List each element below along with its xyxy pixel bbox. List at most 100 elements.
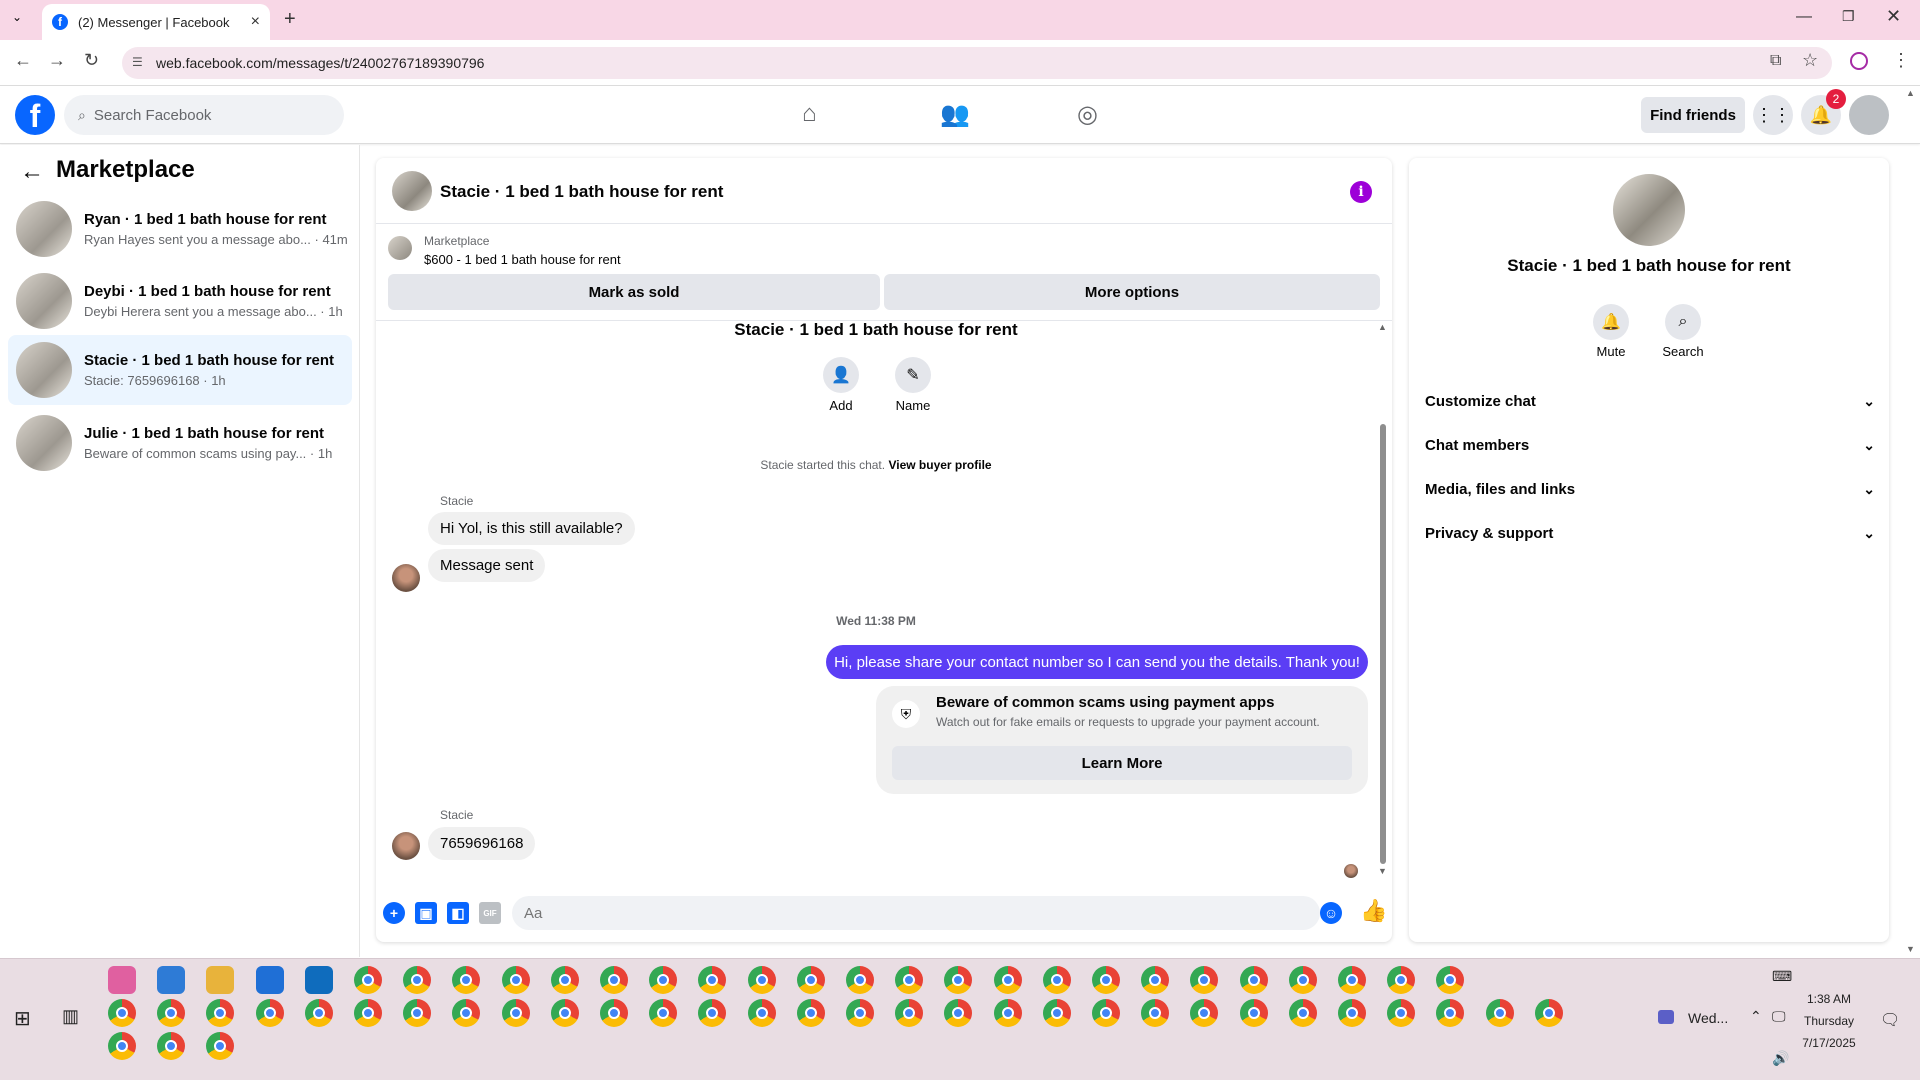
chevron-up-icon[interactable]: ⌃ <box>1750 1008 1762 1025</box>
task-view-icon[interactable]: ▥ <box>62 1006 79 1027</box>
restore-window-icon[interactable]: ❐ <box>1842 8 1855 25</box>
chrome-window-icon[interactable] <box>1485 999 1514 1027</box>
chrome-window-icon[interactable] <box>354 999 382 1027</box>
chrome-window-icon[interactable] <box>1239 999 1268 1027</box>
notification-center-icon[interactable]: 🗨 <box>1880 1010 1900 1030</box>
outgoing-message-bubble[interactable]: Hi, please share your contact number so … <box>826 645 1368 679</box>
chrome-window-icon[interactable] <box>993 966 1022 994</box>
chat-listing-thumbnail[interactable] <box>392 171 432 211</box>
chrome-window-icon[interactable] <box>649 966 678 994</box>
chrome-window-icon[interactable] <box>895 966 924 994</box>
sticker-icon[interactable]: ◧ <box>447 902 469 924</box>
chrome-window-icon[interactable] <box>501 999 530 1027</box>
reload-icon[interactable]: ↻ <box>84 50 99 71</box>
info-icon[interactable]: i <box>1350 181 1372 203</box>
conversation-item[interactable]: Deybi · 1 bed 1 bath house for rent Deybi… <box>8 266 352 336</box>
chrome-window-icon[interactable] <box>600 966 628 994</box>
learn-more-button[interactable]: Learn More <box>892 746 1352 780</box>
chrome-window-icon[interactable] <box>1042 966 1071 994</box>
close-window-icon[interactable]: ✕ <box>1886 6 1901 27</box>
chrome-window-icon[interactable] <box>1338 999 1366 1027</box>
facebook-logo-icon[interactable]: f <box>15 95 55 135</box>
chrome-window-icon[interactable] <box>944 999 973 1027</box>
menu-grid-icon[interactable]: ⋮⋮ <box>1753 95 1793 135</box>
chrome-window-icon[interactable] <box>1387 999 1416 1027</box>
back-arrow-icon[interactable]: ← <box>20 158 44 186</box>
chrome-window-icon[interactable] <box>1141 966 1170 994</box>
find-friends-button[interactable]: Find friends <box>1641 97 1745 133</box>
chrome-window-icon[interactable] <box>1042 999 1071 1027</box>
close-tab-icon[interactable]: × <box>251 13 260 31</box>
listing-price-title[interactable]: $600 - 1 bed 1 bath house for rent <box>424 252 621 267</box>
chrome-window-icon[interactable] <box>895 999 924 1027</box>
groups-icon[interactable]: ◎ <box>1077 100 1098 129</box>
back-icon[interactable]: ← <box>14 50 32 71</box>
chrome-window-icon[interactable] <box>1288 999 1317 1027</box>
chrome-window-icon[interactable] <box>403 999 432 1027</box>
network-icon[interactable]: 🖵 <box>1772 1008 1786 1025</box>
message-bubble[interactable]: 7659696168 <box>428 827 536 860</box>
chrome-window-icon[interactable] <box>796 999 825 1027</box>
chrome-window-icon[interactable] <box>206 999 235 1027</box>
install-app-icon[interactable]: ⧉ <box>1770 52 1781 70</box>
photo-icon[interactable]: ▣ <box>415 902 437 924</box>
listing-photo[interactable] <box>1613 174 1685 246</box>
scroll-up-icon[interactable]: ▲ <box>1378 322 1387 332</box>
pinned-app-label[interactable]: Wed... <box>1688 1010 1728 1026</box>
marketplace-item-thumbnail[interactable] <box>388 236 412 260</box>
address-bar[interactable]: ☰ web.facebook.com/messages/t/2400276718… <box>122 47 1832 79</box>
pinned-app-icon[interactable] <box>108 966 136 994</box>
chrome-window-icon[interactable] <box>993 999 1022 1027</box>
chrome-window-icon[interactable] <box>1141 999 1170 1027</box>
media-files-links-row[interactable]: Media, files and links ⌄ <box>1425 471 1875 507</box>
volume-icon[interactable]: 🔊 <box>1772 1050 1789 1067</box>
chrome-window-icon[interactable] <box>796 966 825 994</box>
chrome-window-icon[interactable] <box>1534 999 1563 1027</box>
plus-icon[interactable]: + <box>383 902 405 924</box>
chrome-window-icon[interactable] <box>1288 966 1317 994</box>
chrome-window-icon[interactable] <box>1436 999 1465 1027</box>
mute-bell-icon[interactable]: 🔔 <box>1593 304 1629 340</box>
home-icon[interactable]: ⌂ <box>802 100 817 128</box>
message-input[interactable] <box>512 896 1320 930</box>
search-icon[interactable]: ⌕ <box>1665 304 1701 340</box>
bookmark-star-icon[interactable]: ☆ <box>1802 50 1818 71</box>
chat-scrollbar[interactable] <box>1380 424 1386 864</box>
chrome-window-icon[interactable] <box>698 966 727 994</box>
chrome-window-icon[interactable] <box>1092 999 1120 1027</box>
chrome-window-icon[interactable] <box>354 966 382 994</box>
chrome-window-icon[interactable] <box>1387 966 1416 994</box>
chrome-window-icon[interactable] <box>747 966 776 994</box>
privacy-support-row[interactable]: Privacy & support ⌄ <box>1425 515 1875 551</box>
pinned-app-icon[interactable] <box>157 966 186 994</box>
sender-avatar[interactable] <box>392 832 420 860</box>
chrome-window-icon[interactable] <box>550 966 579 994</box>
view-buyer-profile-link[interactable]: View buyer profile <box>888 458 991 472</box>
browser-menu-icon[interactable]: ⋮ <box>1892 50 1910 71</box>
chrome-window-icon[interactable] <box>403 966 432 994</box>
profile-icon[interactable] <box>1850 52 1868 70</box>
gif-icon[interactable]: GIF <box>479 902 501 924</box>
chrome-window-icon[interactable] <box>1436 966 1465 994</box>
add-person-icon[interactable]: 👤 <box>823 357 859 393</box>
chrome-window-icon[interactable] <box>157 1032 186 1060</box>
browser-tab-messenger[interactable]: f (2) Messenger | Facebook × <box>42 4 270 40</box>
chrome-window-icon[interactable] <box>649 999 678 1027</box>
account-avatar[interactable] <box>1849 95 1889 135</box>
new-tab-icon[interactable]: + <box>284 8 296 31</box>
chrome-window-icon[interactable] <box>501 966 530 994</box>
chrome-window-icon[interactable] <box>846 999 874 1027</box>
taskbar-clock[interactable]: 1:38 AM Thursday 7/17/2025 <box>1800 988 1858 1054</box>
conversation-item[interactable]: Ryan · 1 bed 1 bath house for rent Ryan H… <box>8 194 352 264</box>
chrome-window-icon[interactable] <box>1190 999 1219 1027</box>
minimize-window-icon[interactable]: — <box>1796 8 1812 26</box>
chat-members-row[interactable]: Chat members ⌄ <box>1425 427 1875 463</box>
sender-avatar[interactable] <box>392 564 420 592</box>
friends-icon[interactable]: 👥 <box>940 100 970 129</box>
scroll-down-icon[interactable]: ▼ <box>1378 866 1387 876</box>
conversation-item[interactable]: Julie · 1 bed 1 bath house for rent Bewar… <box>8 408 352 478</box>
site-info-icon[interactable]: ☰ <box>132 55 143 69</box>
message-bubble[interactable]: Hi Yol, is this still available? <box>428 512 635 545</box>
chrome-window-icon[interactable] <box>452 999 481 1027</box>
windows-start-icon[interactable]: ⊞ <box>14 1006 31 1031</box>
